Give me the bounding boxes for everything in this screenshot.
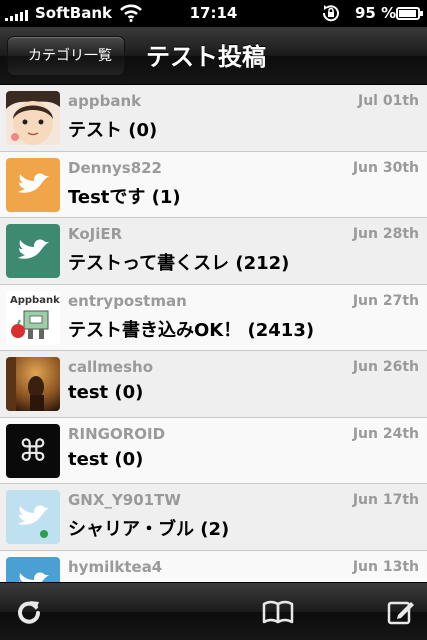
- list-item[interactable]: GNX_Y901TW Jun 17th シャリア・ブル (2): [0, 484, 427, 551]
- post-title: test (0): [68, 448, 144, 470]
- post-author: Dennys822: [68, 158, 162, 177]
- post-date: Jun 26th: [352, 359, 419, 375]
- post-date: Jun 27th: [352, 292, 419, 309]
- command-key-avatar: ⌘: [6, 423, 60, 478]
- post-author: entrypostman: [68, 291, 187, 310]
- post-title: テストって書くスレ (212): [68, 253, 290, 274]
- list-item[interactable]: appbank Jul 01th テスト (0): [0, 85, 427, 152]
- svg-text:Appbank: Appbank: [10, 295, 60, 306]
- page-title: テスト投稿: [146, 43, 266, 71]
- bookmarks-button[interactable]: [261, 597, 295, 627]
- photo-avatar: [6, 357, 60, 411]
- post-title: シャリア・ブル (2): [68, 519, 230, 540]
- rotation-lock-icon: [322, 5, 339, 22]
- book-icon: [262, 600, 294, 624]
- face-avatar: [6, 91, 60, 145]
- status-bar: SoftBank 17:14 95 %: [0, 0, 427, 27]
- twitter-bird-green-avatar: [6, 224, 60, 278]
- list-item[interactable]: Appbank entrypostman Jun 27th テスト書き込みOK！…: [0, 284, 427, 351]
- appbank-logo-avatar: Appbank: [6, 290, 60, 345]
- post-date: Jun 30th: [352, 159, 419, 176]
- twitter-bird-lightblue-avatar: [6, 490, 60, 544]
- list-item[interactable]: hymilktea4 Jun 13th: [0, 550, 427, 582]
- post-date: Jun 13th: [352, 558, 419, 575]
- navigation-bar: カテゴリ一覧 テスト投稿: [0, 27, 427, 85]
- post-author: KoJiER: [68, 225, 123, 243]
- list-item[interactable]: KoJiER Jun 28th テストって書くスレ (212): [0, 218, 427, 285]
- post-author: RINGOROID: [68, 424, 166, 443]
- post-title: test (0): [68, 382, 144, 403]
- back-button[interactable]: カテゴリ一覧: [7, 36, 125, 76]
- refresh-icon: [18, 601, 40, 624]
- post-author: GNX_Y901TW: [68, 491, 181, 509]
- back-button-label: カテゴリ一覧: [28, 48, 112, 64]
- post-title: テスト書き込みOK！ (2413): [68, 319, 315, 341]
- compose-button[interactable]: [386, 597, 416, 627]
- post-date: Jul 01th: [358, 93, 419, 109]
- post-title: Testです (1): [68, 186, 181, 208]
- twitter-bird-blue-avatar: [6, 556, 60, 582]
- compose-icon: [387, 601, 414, 625]
- post-date: Jun 28th: [352, 226, 419, 242]
- list-item[interactable]: ⌘ RINGOROID Jun 24th test (0): [0, 417, 427, 484]
- list-item[interactable]: callmesho Jun 26th test (0): [0, 351, 427, 418]
- battery-icon: [396, 7, 423, 20]
- svg-text:⌘: ⌘: [18, 434, 48, 469]
- refresh-button[interactable]: [14, 597, 44, 627]
- post-list[interactable]: appbank Jul 01th テスト (0) Dennys822 Jun 3…: [0, 85, 427, 582]
- post-date: Jun 24th: [352, 425, 419, 442]
- list-item[interactable]: Dennys822 Jun 30th Testです (1): [0, 151, 427, 218]
- twitter-bird-orange-avatar: [6, 157, 60, 212]
- post-date: Jun 17th: [352, 492, 419, 508]
- post-author: appbank: [68, 92, 142, 110]
- battery-percent: 95 %: [355, 4, 397, 22]
- post-author: callmesho: [68, 358, 154, 376]
- post-title: テスト (0): [68, 120, 158, 141]
- post-author: hymilktea4: [68, 557, 163, 576]
- bottom-toolbar: [0, 582, 427, 640]
